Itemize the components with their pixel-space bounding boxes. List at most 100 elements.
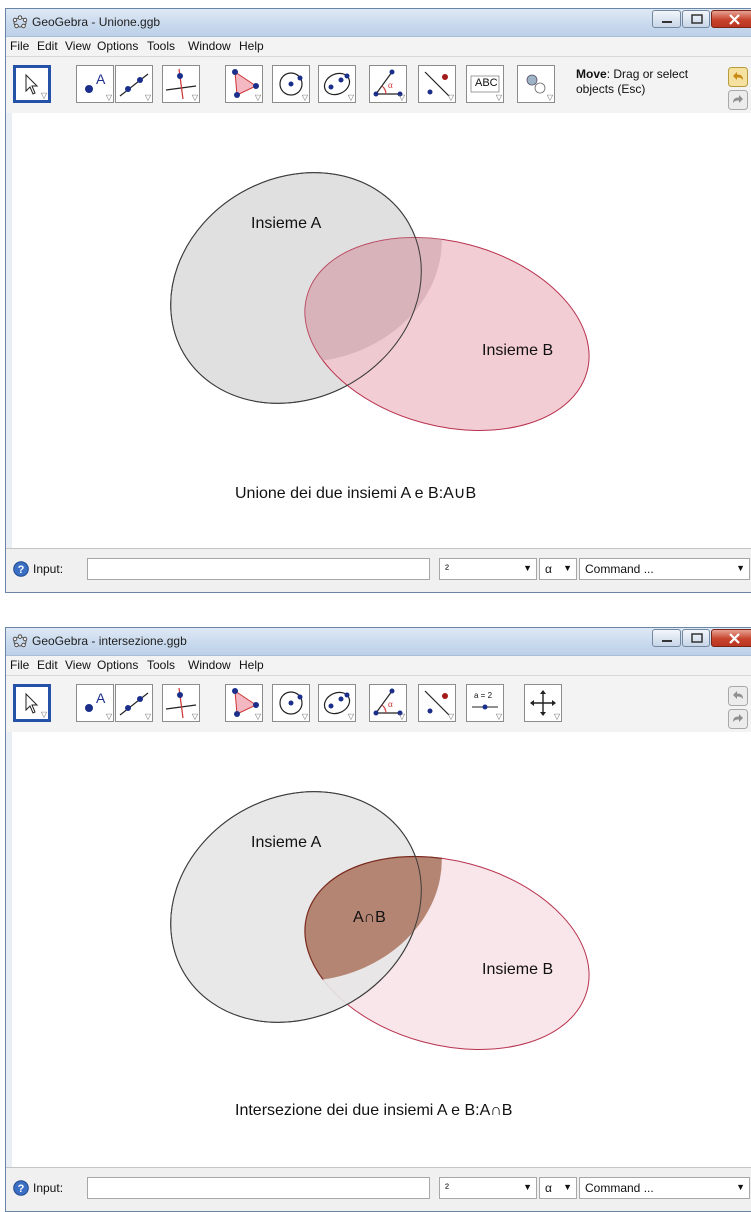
menu-options[interactable]: Options bbox=[97, 658, 138, 672]
menu-file[interactable]: File bbox=[10, 39, 29, 53]
dropdown-arrow-icon: ▽ bbox=[191, 712, 198, 721]
menu-tools[interactable]: Tools bbox=[147, 658, 175, 672]
tool-ellipse[interactable]: ▽ bbox=[318, 684, 356, 722]
tool-reflect[interactable]: ▽ bbox=[418, 65, 456, 103]
close-button[interactable] bbox=[711, 10, 751, 28]
tool-perpendicular[interactable]: ▽ bbox=[162, 684, 200, 722]
minimize-button[interactable] bbox=[652, 10, 681, 28]
menu-edit[interactable]: Edit bbox=[37, 39, 58, 53]
tool-move[interactable]: ▽ bbox=[13, 65, 51, 103]
chevron-down-icon: ▼ bbox=[736, 563, 745, 573]
tool-point[interactable]: A ▽ bbox=[76, 684, 114, 722]
command-combo-value: Command ... bbox=[585, 562, 654, 576]
symbols-combo[interactable]: ² ▼ bbox=[439, 558, 537, 580]
menu-file[interactable]: File bbox=[10, 658, 29, 672]
menu-help[interactable]: Help bbox=[239, 39, 264, 53]
input-field[interactable] bbox=[87, 1177, 430, 1199]
help-icon[interactable]: ? bbox=[13, 1180, 29, 1196]
svg-text:A: A bbox=[96, 690, 106, 706]
tool-move-graphics-view[interactable]: ▽ bbox=[524, 684, 562, 722]
menu-options[interactable]: Options bbox=[97, 39, 138, 53]
left-edge bbox=[6, 113, 12, 549]
redo-icon[interactable] bbox=[728, 90, 748, 110]
undo-icon[interactable] bbox=[728, 67, 748, 87]
undo-icon[interactable] bbox=[728, 686, 748, 706]
help-icon[interactable]: ? bbox=[13, 561, 29, 577]
tool-polygon[interactable]: ▽ bbox=[225, 684, 263, 722]
slider-tool-label: a = 2 bbox=[474, 691, 493, 700]
tool-angle[interactable]: α ▽ bbox=[369, 65, 407, 103]
symbols-combo[interactable]: ² ▼ bbox=[439, 1177, 537, 1199]
maximize-button[interactable] bbox=[682, 10, 710, 28]
dropdown-arrow-icon: ▽ bbox=[347, 93, 354, 102]
menu-edit[interactable]: Edit bbox=[37, 658, 58, 672]
menu-tools[interactable]: Tools bbox=[147, 39, 175, 53]
input-label: Input: bbox=[33, 562, 64, 576]
minimize-icon bbox=[662, 640, 672, 642]
command-combo[interactable]: Command ... ▼ bbox=[579, 558, 750, 580]
toolbar: ▽ A ▽ ▽ ▽ ▽ ▽ ▽ α ▽ bbox=[6, 57, 751, 114]
greek-combo[interactable]: α ▼ bbox=[539, 558, 577, 580]
tool-ellipse[interactable]: ▽ bbox=[318, 65, 356, 103]
tool-point[interactable]: A ▽ bbox=[76, 65, 114, 103]
command-combo[interactable]: Command ... ▼ bbox=[579, 1177, 750, 1199]
tool-line[interactable]: ▽ bbox=[115, 684, 153, 722]
input-bar: ? Input: ² ▼ α ▼ Command ... ▼ bbox=[6, 548, 751, 592]
menu-window[interactable]: Window bbox=[188, 658, 231, 672]
tool-help-text: Move: Drag or select objects (Esc) bbox=[576, 67, 688, 97]
svg-text:?: ? bbox=[18, 1183, 25, 1195]
tool-angle[interactable]: α ▽ bbox=[369, 684, 407, 722]
input-field[interactable] bbox=[87, 558, 430, 580]
minimize-button[interactable] bbox=[652, 629, 681, 647]
window-title: GeoGebra - intersezione.ggb bbox=[32, 634, 187, 648]
chevron-down-icon: ▼ bbox=[563, 563, 572, 573]
greek-combo[interactable]: α ▼ bbox=[539, 1177, 577, 1199]
dropdown-arrow-icon: ▽ bbox=[105, 93, 112, 102]
menu-bar: File Edit View Options Tools Window Help bbox=[6, 656, 751, 676]
tool-move[interactable]: ▽ bbox=[13, 684, 51, 722]
intersection-label: A∩B bbox=[353, 909, 386, 926]
graphics-view[interactable]: Insieme A A∩B Insieme B Intersezione dei… bbox=[6, 732, 751, 1168]
dropdown-arrow-icon: ▽ bbox=[301, 93, 308, 102]
tool-line[interactable]: ▽ bbox=[115, 65, 153, 103]
set-a-label: Insieme A bbox=[251, 834, 322, 851]
canvas-caption: Intersezione dei due insiemi A e B:A∩B bbox=[235, 1102, 513, 1119]
geogebra-window-intersection: GeoGebra - intersezione.ggb File Edit Vi… bbox=[5, 627, 751, 1212]
tool-circle[interactable]: ▽ bbox=[272, 684, 310, 722]
svg-text:?: ? bbox=[18, 564, 25, 576]
input-label: Input: bbox=[33, 1181, 64, 1195]
dropdown-arrow-icon: ▽ bbox=[495, 712, 502, 721]
menu-view[interactable]: View bbox=[65, 39, 91, 53]
tool-slider[interactable]: a = 2 ▽ bbox=[466, 684, 504, 722]
maximize-icon bbox=[691, 633, 703, 643]
greek-combo-value: α bbox=[545, 562, 552, 576]
toolbar: ▽ A ▽ ▽ ▽ ▽ ▽ ▽ α ▽ bbox=[6, 676, 751, 733]
title-bar[interactable]: GeoGebra - intersezione.ggb bbox=[6, 628, 751, 656]
tool-circle[interactable]: ▽ bbox=[272, 65, 310, 103]
geogebra-app-icon bbox=[12, 15, 28, 29]
tool-reflect[interactable]: ▽ bbox=[418, 684, 456, 722]
tool-polygon[interactable]: ▽ bbox=[225, 65, 263, 103]
tool-show-hide[interactable]: ▽ bbox=[517, 65, 555, 103]
maximize-button[interactable] bbox=[682, 629, 710, 647]
close-button[interactable] bbox=[711, 629, 751, 647]
command-combo-value: Command ... bbox=[585, 1181, 654, 1195]
redo-icon[interactable] bbox=[728, 709, 748, 729]
canvas-caption: Unione dei due insiemi A e B:A∪B bbox=[235, 485, 477, 502]
greek-combo-value: α bbox=[545, 1181, 552, 1195]
menu-view[interactable]: View bbox=[65, 658, 91, 672]
tool-text[interactable]: ABC ▽ bbox=[466, 65, 504, 103]
menu-window[interactable]: Window bbox=[188, 39, 231, 53]
graphics-view[interactable]: Insieme A Insieme B Unione dei due insie… bbox=[6, 113, 751, 549]
menu-help[interactable]: Help bbox=[239, 658, 264, 672]
title-bar[interactable]: GeoGebra - Unione.ggb bbox=[6, 9, 751, 37]
chevron-down-icon: ▼ bbox=[736, 1182, 745, 1192]
symbols-combo-value: ² bbox=[445, 562, 449, 576]
dropdown-arrow-icon: ▽ bbox=[254, 712, 261, 721]
tool-perpendicular[interactable]: ▽ bbox=[162, 65, 200, 103]
geogebra-window-union: GeoGebra - Unione.ggb File Edit View Opt… bbox=[5, 8, 751, 593]
set-b-label: Insieme B bbox=[482, 342, 554, 359]
dropdown-arrow-icon: ▽ bbox=[254, 93, 261, 102]
svg-text:α: α bbox=[388, 699, 393, 709]
dropdown-arrow-icon: ▽ bbox=[347, 712, 354, 721]
